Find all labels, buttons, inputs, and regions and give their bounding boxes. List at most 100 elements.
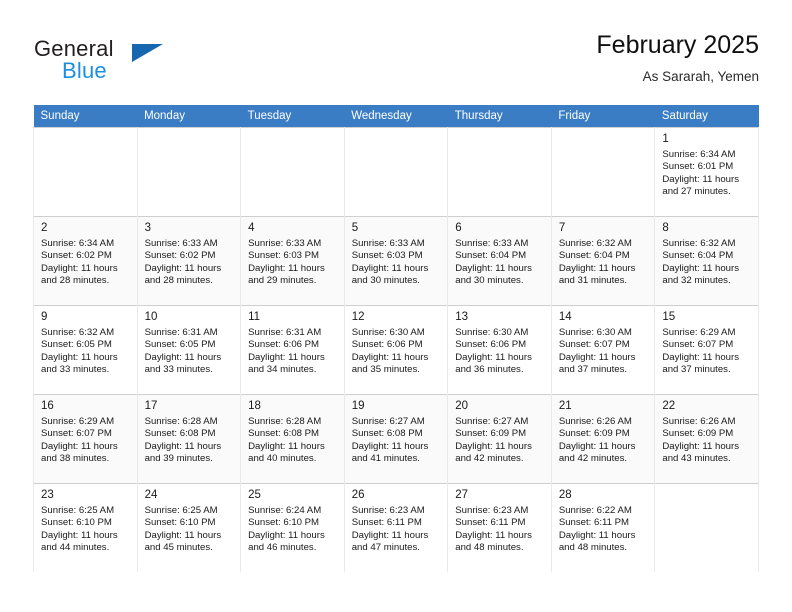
sunset-text: Sunset: 6:06 PM xyxy=(351,339,423,351)
sunset-text: Sunset: 6:08 PM xyxy=(248,428,320,440)
daylight-text-line2: and 33 minutes. xyxy=(41,364,110,376)
sunset-text: Sunset: 6:08 PM xyxy=(351,428,423,440)
daylight-text-line2: and 33 minutes. xyxy=(144,364,213,376)
day-cell[interactable]: 7 Sunrise: 6:32 AM Sunset: 6:04 PM Dayli… xyxy=(550,216,656,306)
day-details: Sunrise: 6:30 AM Sunset: 6:06 PM Dayligh… xyxy=(455,327,545,377)
daylight-text-line1: Daylight: 11 hours xyxy=(41,351,118,363)
calendar-week-row: 16 Sunrise: 6:29 AM Sunset: 6:07 PM Dayl… xyxy=(33,394,759,484)
day-number: 23 xyxy=(41,489,54,501)
day-cell[interactable]: 28 Sunrise: 6:22 AM Sunset: 6:11 PM Dayl… xyxy=(550,483,656,572)
day-cell[interactable]: 2 Sunrise: 6:34 AM Sunset: 6:02 PM Dayli… xyxy=(33,216,138,306)
daylight-text-line1: Daylight: 11 hours xyxy=(662,440,739,452)
day-number: 3 xyxy=(144,222,151,234)
day-cell[interactable]: 17 Sunrise: 6:28 AM Sunset: 6:08 PM Dayl… xyxy=(136,394,242,484)
day-cell[interactable]: 19 Sunrise: 6:27 AM Sunset: 6:08 PM Dayl… xyxy=(343,394,449,484)
daylight-text-line2: and 30 minutes. xyxy=(351,275,420,287)
sunrise-text: Sunrise: 6:24 AM xyxy=(248,505,322,516)
day-number: 14 xyxy=(558,311,572,323)
day-cell[interactable]: 12 Sunrise: 6:30 AM Sunset: 6:06 PM Dayl… xyxy=(343,305,449,395)
day-details: Sunrise: 6:30 AM Sunset: 6:06 PM Dayligh… xyxy=(352,327,442,377)
day-number: 6 xyxy=(455,222,462,234)
day-cell[interactable]: 14 Sunrise: 6:30 AM Sunset: 6:07 PM Dayl… xyxy=(550,305,656,395)
day-details: Sunrise: 6:28 AM Sunset: 6:08 PM Dayligh… xyxy=(145,416,235,466)
day-details: Sunrise: 6:29 AM Sunset: 6:07 PM Dayligh… xyxy=(41,416,131,466)
day-cell[interactable]: 8 Sunrise: 6:32 AM Sunset: 6:04 PM Dayli… xyxy=(654,216,759,306)
brand-name-blue: Blue xyxy=(62,58,107,83)
calendar-week-row: 9 Sunrise: 6:32 AM Sunset: 6:05 PM Dayli… xyxy=(33,305,759,395)
sunrise-text: Sunrise: 6:22 AM xyxy=(558,505,632,516)
day-number: 28 xyxy=(558,489,572,501)
day-cell[interactable]: 4 Sunrise: 6:33 AM Sunset: 6:03 PM Dayli… xyxy=(240,216,345,306)
day-cell[interactable]: 15 Sunrise: 6:29 AM Sunset: 6:07 PM Dayl… xyxy=(654,305,759,395)
day-cell-empty xyxy=(447,127,552,217)
day-cell[interactable]: 13 Sunrise: 6:30 AM Sunset: 6:06 PM Dayl… xyxy=(447,305,552,395)
day-cell[interactable]: 21 Sunrise: 6:26 AM Sunset: 6:09 PM Dayl… xyxy=(550,394,656,484)
sunset-text: Sunset: 6:10 PM xyxy=(144,517,216,529)
day-cell[interactable]: 23 Sunrise: 6:25 AM Sunset: 6:10 PM Dayl… xyxy=(33,483,138,572)
daylight-text-line1: Daylight: 11 hours xyxy=(455,351,532,363)
sunset-text: Sunset: 6:04 PM xyxy=(558,250,630,262)
daylight-text-line2: and 48 minutes. xyxy=(558,542,628,554)
day-cell-empty xyxy=(33,127,138,217)
day-details: Sunrise: 6:24 AM Sunset: 6:10 PM Dayligh… xyxy=(248,505,338,555)
day-cell[interactable]: 3 Sunrise: 6:33 AM Sunset: 6:02 PM Dayli… xyxy=(136,216,242,306)
daylight-text-line2: and 29 minutes. xyxy=(248,275,317,287)
day-number: 8 xyxy=(662,222,669,234)
day-details: Sunrise: 6:29 AM Sunset: 6:07 PM Dayligh… xyxy=(662,327,752,377)
day-cell[interactable]: 9 Sunrise: 6:32 AM Sunset: 6:05 PM Dayli… xyxy=(33,305,138,395)
daylight-text-line2: and 30 minutes. xyxy=(455,275,524,287)
daylight-text-line1: Daylight: 11 hours xyxy=(41,440,118,452)
daylight-text-line2: and 37 minutes. xyxy=(662,364,731,376)
sunrise-text: Sunrise: 6:31 AM xyxy=(248,327,322,338)
sunrise-text: Sunrise: 6:28 AM xyxy=(248,416,322,427)
page-title: February 2025 xyxy=(596,31,759,59)
weekday-header-saturday: Saturday xyxy=(654,105,759,128)
calendar-week-row: 2 Sunrise: 6:34 AM Sunset: 6:02 PM Dayli… xyxy=(33,216,759,306)
daylight-text-line1: Daylight: 11 hours xyxy=(144,262,222,274)
day-cell[interactable]: 27 Sunrise: 6:23 AM Sunset: 6:11 PM Dayl… xyxy=(447,483,552,572)
day-cell[interactable]: 18 Sunrise: 6:28 AM Sunset: 6:08 PM Dayl… xyxy=(240,394,345,484)
triangle-logo-icon xyxy=(132,44,163,62)
day-details: Sunrise: 6:32 AM Sunset: 6:05 PM Dayligh… xyxy=(41,327,131,377)
day-details: Sunrise: 6:32 AM Sunset: 6:04 PM Dayligh… xyxy=(662,238,752,288)
daylight-text-line1: Daylight: 11 hours xyxy=(351,262,429,274)
daylight-text-line2: and 44 minutes. xyxy=(41,542,110,554)
sunset-text: Sunset: 6:05 PM xyxy=(144,339,216,351)
day-cell[interactable]: 1 Sunrise: 6:34 AM Sunset: 6:01 PM Dayli… xyxy=(654,127,759,217)
day-cell[interactable]: 6 Sunrise: 6:33 AM Sunset: 6:04 PM Dayli… xyxy=(447,216,552,306)
day-number: 16 xyxy=(41,400,54,412)
day-cell[interactable]: 22 Sunrise: 6:26 AM Sunset: 6:09 PM Dayl… xyxy=(654,394,759,484)
day-number: 9 xyxy=(41,311,48,323)
day-cell[interactable]: 20 Sunrise: 6:27 AM Sunset: 6:09 PM Dayl… xyxy=(447,394,552,484)
day-cell-empty xyxy=(343,127,449,217)
day-cell[interactable]: 11 Sunrise: 6:31 AM Sunset: 6:06 PM Dayl… xyxy=(240,305,345,395)
day-details: Sunrise: 6:25 AM Sunset: 6:10 PM Dayligh… xyxy=(145,505,235,555)
day-number: 7 xyxy=(558,222,566,234)
daylight-text-line2: and 41 minutes. xyxy=(351,453,420,465)
weekday-header-sunday: Sunday xyxy=(33,105,138,128)
day-cell[interactable]: 24 Sunrise: 6:25 AM Sunset: 6:10 PM Dayl… xyxy=(136,483,242,572)
daylight-text-line1: Daylight: 11 hours xyxy=(248,262,325,274)
day-cell[interactable]: 25 Sunrise: 6:24 AM Sunset: 6:10 PM Dayl… xyxy=(240,483,345,572)
day-cell[interactable]: 5 Sunrise: 6:33 AM Sunset: 6:03 PM Dayli… xyxy=(343,216,449,306)
title-block: February 2025 As Sararah, Yemen xyxy=(596,30,759,85)
daylight-text-line2: and 38 minutes. xyxy=(41,453,110,465)
day-cell[interactable]: 16 Sunrise: 6:29 AM Sunset: 6:07 PM Dayl… xyxy=(33,394,138,484)
day-details: Sunrise: 6:33 AM Sunset: 6:03 PM Dayligh… xyxy=(248,238,338,288)
sunset-text: Sunset: 6:01 PM xyxy=(662,161,734,173)
daylight-text-line2: and 34 minutes. xyxy=(248,364,317,376)
day-cell[interactable]: 10 Sunrise: 6:31 AM Sunset: 6:05 PM Dayl… xyxy=(136,305,242,395)
daylight-text-line1: Daylight: 11 hours xyxy=(144,529,222,541)
weekday-header-thursday: Thursday xyxy=(447,105,552,128)
brand-logo[interactable]: General Blue xyxy=(33,32,263,94)
sunset-text: Sunset: 6:07 PM xyxy=(558,339,630,351)
daylight-text-line2: and 28 minutes. xyxy=(144,275,213,287)
sunrise-text: Sunrise: 6:33 AM xyxy=(144,238,218,249)
sunrise-text: Sunrise: 6:23 AM xyxy=(455,505,529,516)
sunrise-text: Sunrise: 6:33 AM xyxy=(455,238,529,249)
day-cell[interactable]: 26 Sunrise: 6:23 AM Sunset: 6:11 PM Dayl… xyxy=(343,483,449,572)
sunrise-text: Sunrise: 6:34 AM xyxy=(662,149,736,160)
sunset-text: Sunset: 6:06 PM xyxy=(248,339,320,351)
daylight-text-line1: Daylight: 11 hours xyxy=(558,529,636,541)
daylight-text-line2: and 36 minutes. xyxy=(455,364,524,376)
